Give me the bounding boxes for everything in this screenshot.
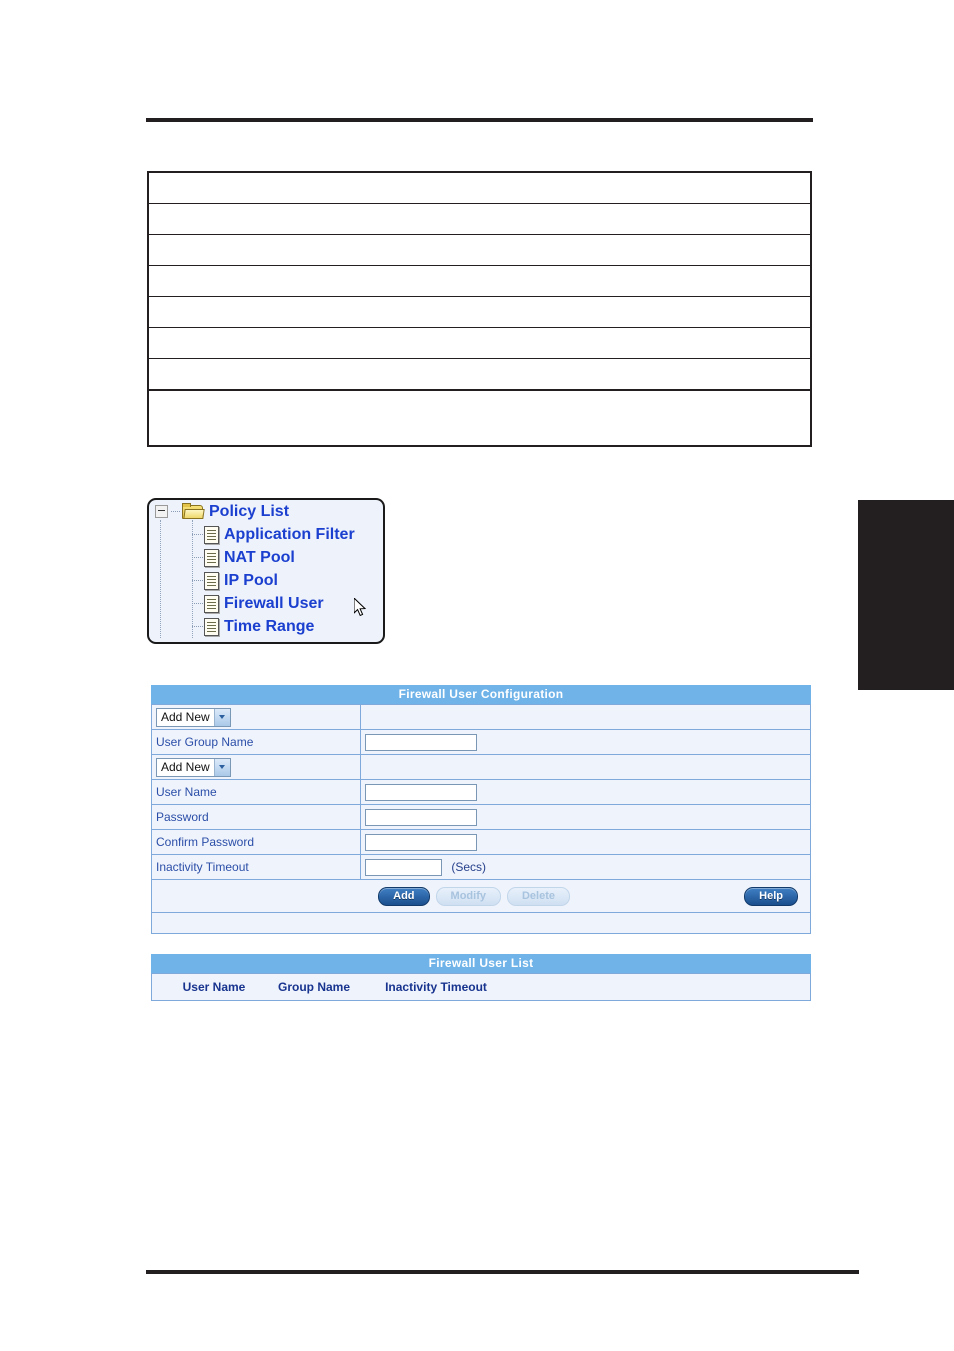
- table-row: [148, 327, 811, 359]
- modify-button: Modify: [435, 886, 501, 906]
- tree-node-label: Time Range: [224, 617, 315, 635]
- table-cell: [148, 203, 811, 235]
- tree-node-policy-list[interactable]: Policy List: [149, 500, 383, 523]
- inactivity-timeout-label: Inactivity Timeout: [151, 854, 361, 880]
- password-cell: [360, 804, 811, 830]
- minus-expander-icon[interactable]: [155, 505, 168, 518]
- user-group-name-input[interactable]: [365, 733, 477, 751]
- tree-node-label: NAT Pool: [224, 548, 295, 566]
- tree-connector: [192, 556, 203, 559]
- column-header-user-name: User Name: [182, 980, 246, 994]
- tree-node-time-range[interactable]: Time Range: [149, 615, 383, 638]
- help-button[interactable]: Help: [744, 886, 798, 906]
- table-cell: [148, 389, 811, 446]
- page-bottom-rule: [146, 1270, 859, 1274]
- tree-node-label: Policy List: [209, 502, 290, 520]
- table-cell: [148, 172, 811, 204]
- table-cell: [148, 358, 811, 390]
- confirm-password-label: Confirm Password: [151, 829, 361, 855]
- tree-node-label: Application Filter: [224, 525, 355, 543]
- table-cell: [148, 327, 811, 359]
- password-input[interactable]: [365, 808, 477, 826]
- tree-connector: [192, 579, 203, 582]
- table-row: Add New: [151, 754, 811, 780]
- empty-cell: [360, 754, 811, 780]
- user-group-name-cell: [360, 729, 811, 755]
- spec-table: [147, 171, 812, 447]
- table-row: User Name: [151, 779, 811, 805]
- table-row: Add New: [151, 704, 811, 730]
- firewall-user-panel: Firewall User Configuration Add New User…: [151, 685, 811, 1001]
- table-row: [148, 203, 811, 235]
- page-edge-tab: [858, 500, 954, 690]
- tree-connector: [171, 510, 180, 513]
- table-cell: [148, 234, 811, 266]
- add-button[interactable]: Add: [378, 886, 430, 906]
- mouse-pointer-icon: [354, 598, 367, 617]
- empty-cell: [360, 704, 811, 730]
- chevron-down-icon[interactable]: [213, 758, 230, 776]
- table-row: [148, 389, 811, 446]
- inactivity-timeout-units: (Secs): [451, 860, 487, 874]
- table-cell: [148, 265, 811, 297]
- confirm-password-input[interactable]: [365, 833, 477, 851]
- table-row: [148, 296, 811, 328]
- document-icon: [204, 594, 219, 613]
- column-header-group-name: Group Name: [277, 980, 350, 994]
- table-row: [148, 172, 811, 204]
- table-row: [148, 265, 811, 297]
- tree-node-firewall-user[interactable]: Firewall User: [149, 592, 383, 615]
- table-row: Inactivity Timeout (Secs): [151, 854, 811, 880]
- delete-button: Delete: [506, 886, 571, 906]
- tree-node-application-filter[interactable]: Application Filter: [149, 523, 383, 546]
- panel-spacer: [151, 913, 811, 934]
- button-row: Add Modify Delete Help: [151, 879, 811, 913]
- list-panel-title: Firewall User List: [151, 954, 811, 973]
- tree-node-label: Firewall User: [224, 594, 324, 612]
- user-select[interactable]: Add New: [156, 757, 231, 777]
- table-cell: [148, 296, 811, 328]
- tree-connector: [192, 625, 203, 628]
- user-select-cell: Add New: [151, 754, 361, 780]
- user-group-name-label: User Group Name: [151, 729, 361, 755]
- tree-node-nat-pool[interactable]: NAT Pool: [149, 546, 383, 569]
- group-select-cell: Add New: [151, 704, 361, 730]
- panel-gap: [151, 934, 811, 954]
- chevron-down-icon[interactable]: [213, 708, 230, 726]
- table-row: [148, 234, 811, 266]
- tree-connector: [192, 602, 203, 605]
- table-row: Password: [151, 804, 811, 830]
- password-label: Password: [151, 804, 361, 830]
- firewall-user-config-table: Add New User Group Name Add New User Nam…: [151, 704, 811, 913]
- user-group-select-value: Add New: [161, 709, 210, 724]
- table-header-row: User Name Group Name Inactivity Timeout: [151, 973, 811, 1001]
- firewall-user-list-table: User Name Group Name Inactivity Timeout: [151, 973, 811, 1001]
- confirm-password-cell: [360, 829, 811, 855]
- user-name-cell: [360, 779, 811, 805]
- config-panel-title: Firewall User Configuration: [151, 685, 811, 704]
- user-name-input[interactable]: [365, 783, 477, 801]
- column-header-inactivity-timeout: Inactivity Timeout: [385, 980, 487, 994]
- user-group-select[interactable]: Add New: [156, 707, 231, 727]
- table-row: User Group Name: [151, 729, 811, 755]
- policy-tree-panel: Policy List Application Filter NAT Pool …: [147, 498, 385, 644]
- document-icon: [204, 548, 219, 567]
- user-select-value: Add New: [161, 759, 210, 774]
- user-name-label: User Name: [151, 779, 361, 805]
- table-row: Confirm Password: [151, 829, 811, 855]
- tree-node-ip-pool[interactable]: IP Pool: [149, 569, 383, 592]
- inactivity-timeout-cell: (Secs): [360, 854, 811, 880]
- folder-icon: [182, 503, 205, 520]
- page-top-rule: [146, 118, 813, 122]
- list-header-cell: User Name Group Name Inactivity Timeout: [151, 973, 811, 1001]
- tree-connector: [192, 533, 203, 536]
- document-icon: [204, 525, 219, 544]
- document-icon: [204, 571, 219, 590]
- table-row: [148, 358, 811, 390]
- document-icon: [204, 617, 219, 636]
- table-row: Add Modify Delete Help: [151, 879, 811, 913]
- inactivity-timeout-input[interactable]: [365, 858, 442, 876]
- tree-node-label: IP Pool: [224, 571, 278, 589]
